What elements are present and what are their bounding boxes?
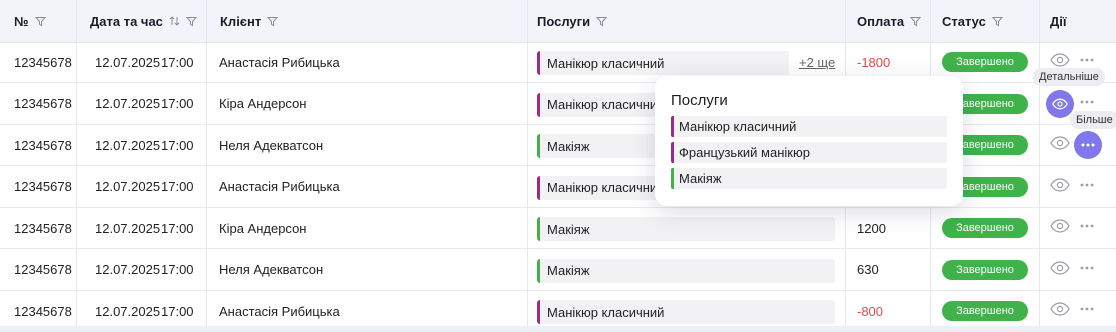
column-datetime-label: Дата та час <box>90 13 163 29</box>
column-actions-label: Дії <box>1050 13 1067 29</box>
status-badge: Завершено <box>942 218 1028 238</box>
order-number: 12345678 <box>14 262 72 277</box>
popover-service-item: Макіяж <box>671 168 947 189</box>
order-date: 12.07.2025 <box>95 179 161 194</box>
order-date: 12.07.2025 <box>95 137 161 153</box>
more-dots-icon[interactable] <box>1079 95 1095 109</box>
column-number: № <box>0 0 76 42</box>
service-tag: Макіяж <box>537 217 835 241</box>
filter-icon[interactable] <box>991 16 1003 27</box>
column-status-label: Статус <box>942 13 986 29</box>
order-date: 12.07.2025 <box>95 220 161 236</box>
eye-icon[interactable] <box>1050 136 1070 150</box>
order-date: 12.07.2025 <box>95 262 161 277</box>
order-time: 17:00 <box>161 54 194 70</box>
sort-icon[interactable] <box>169 15 180 27</box>
column-number-label: № <box>14 13 29 29</box>
filter-icon[interactable] <box>267 16 279 27</box>
client-name: Анастасія Рибицька <box>219 54 340 70</box>
client-name: Анастасія Рибицька <box>219 179 340 194</box>
filter-icon[interactable] <box>185 16 197 27</box>
table-header: № Дата та час Клієнт Послуги Оплата Стат… <box>0 0 1116 43</box>
column-datetime: Дата та час <box>76 0 206 42</box>
order-number: 12345678 <box>14 303 72 319</box>
status-badge: Завершено <box>942 301 1028 321</box>
service-tag: Манікюр класичний <box>537 51 789 75</box>
payment-amount: -800 <box>857 303 884 319</box>
more-tooltip: Більше <box>1070 111 1116 129</box>
order-time: 17:00 <box>161 137 194 153</box>
order-time: 17:00 <box>161 262 194 277</box>
service-tag: Манікюр класичний <box>537 300 835 324</box>
filter-icon[interactable] <box>910 16 922 27</box>
more-dots-icon[interactable] <box>1079 219 1095 233</box>
order-date: 12.07.2025 <box>95 303 161 319</box>
popover-service-item: Французький манікюр <box>671 142 947 163</box>
eye-icon[interactable] <box>1050 260 1070 275</box>
more-dots-icon[interactable] <box>1079 53 1095 67</box>
column-actions: Дії <box>1039 0 1116 42</box>
more-dots-icon[interactable] <box>1079 302 1095 316</box>
status-badge: Завершено <box>942 52 1028 72</box>
order-number: 12345678 <box>14 96 72 111</box>
more-dots-icon[interactable] <box>1079 178 1095 192</box>
payment-amount: 630 <box>857 262 879 277</box>
order-date: 12.07.2025 <box>95 54 161 70</box>
column-client: Клієнт <box>206 0 527 42</box>
more-dots-icon[interactable] <box>1079 261 1095 275</box>
service-tag: Макіяж <box>537 258 835 283</box>
order-date: 12.07.2025 <box>95 96 161 111</box>
filter-icon[interactable] <box>34 16 46 27</box>
order-time: 17:00 <box>161 303 194 319</box>
column-client-label: Клієнт <box>220 13 262 29</box>
column-services-label: Послуги <box>537 13 591 29</box>
table-row[interactable]: 12345678 12.07.2025 17:00 Неля Адекватсон Ма… <box>0 250 1116 291</box>
eye-icon[interactable] <box>1050 302 1070 316</box>
order-number: 12345678 <box>14 137 72 153</box>
eye-icon[interactable] <box>1046 89 1074 118</box>
table-row[interactable]: 12345678 12.07.2025 17:00 Кіра Андерсон Макі… <box>0 208 1116 249</box>
eye-icon[interactable] <box>1050 53 1070 67</box>
payment-amount: 1200 <box>857 220 886 236</box>
column-services: Послуги <box>527 0 845 42</box>
column-payment: Оплата <box>845 0 930 42</box>
client-name: Кіра Андерсон <box>219 220 307 236</box>
client-name: Неля Адекватсон <box>219 262 324 277</box>
eye-icon[interactable] <box>1050 177 1070 192</box>
order-number: 12345678 <box>14 54 72 70</box>
column-status: Статус <box>930 0 1039 42</box>
client-name: Неля Адекватсон <box>219 137 324 153</box>
popover-title: Послуги <box>671 92 728 109</box>
details-tooltip: Детальніше <box>1033 68 1105 86</box>
client-name: Анастасія Рибицька <box>219 303 340 319</box>
filter-icon[interactable] <box>596 16 608 27</box>
order-number: 12345678 <box>14 220 72 236</box>
column-payment-label: Оплата <box>857 13 905 29</box>
order-number: 12345678 <box>14 179 72 194</box>
more-dots-icon[interactable] <box>1074 131 1102 159</box>
status-badge: Завершено <box>942 259 1028 280</box>
order-time: 17:00 <box>161 220 194 236</box>
order-time: 17:00 <box>161 179 194 194</box>
order-time: 17:00 <box>161 96 194 111</box>
services-popover: Послуги Манікюр класичний Французький ма… <box>655 76 963 206</box>
client-name: Кіра Андерсон <box>219 96 307 111</box>
popover-service-item: Манікюр класичний <box>671 116 947 137</box>
eye-icon[interactable] <box>1050 219 1070 233</box>
